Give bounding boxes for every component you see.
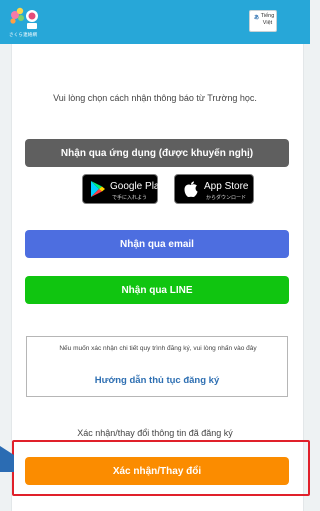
instruction-text: Vui lòng chọn cách nhận thông báo từ Trư… (53, 93, 257, 103)
pointer-arrow-icon (0, 446, 14, 472)
receive-via-line-button[interactable]: Nhận qua LINE (25, 276, 289, 304)
registration-guide-link[interactable]: Hướng dẫn thủ tục đăng ký (27, 375, 287, 386)
receive-via-app-button[interactable]: Nhận qua ứng dụng (được khuyến nghị) (25, 139, 289, 167)
google-play-badge[interactable]: Google Play で手に入れよう (82, 174, 164, 204)
apple-icon (184, 181, 198, 198)
language-button[interactable]: あ Tiếng Việt (249, 10, 277, 32)
google-play-icon (91, 181, 105, 197)
highlight-frame (12, 440, 310, 496)
app-store-sub: からダウンロード (206, 195, 247, 201)
google-play-label: Google Play (110, 181, 165, 192)
app-store-label: App Store (204, 181, 249, 192)
logo-text: さくら連絡網 (9, 32, 38, 37)
app-header: さくら連絡網 あ Tiếng Việt (0, 0, 310, 44)
app-store-badge[interactable]: App Store からダウンロード (174, 174, 254, 204)
registration-info-box: Nếu muốn xác nhận chi tiết quy trình đăn… (26, 336, 288, 397)
confirm-caption: Xác nhận/thay đổi thông tin đã đăng ký (77, 428, 233, 438)
language-label: Tiếng Việt (260, 13, 275, 26)
info-text: Nếu muốn xác nhận chi tiết quy trình đăn… (59, 345, 257, 352)
google-play-sub: で手に入れよう (112, 195, 148, 201)
receive-via-email-button[interactable]: Nhận qua email (25, 230, 289, 258)
